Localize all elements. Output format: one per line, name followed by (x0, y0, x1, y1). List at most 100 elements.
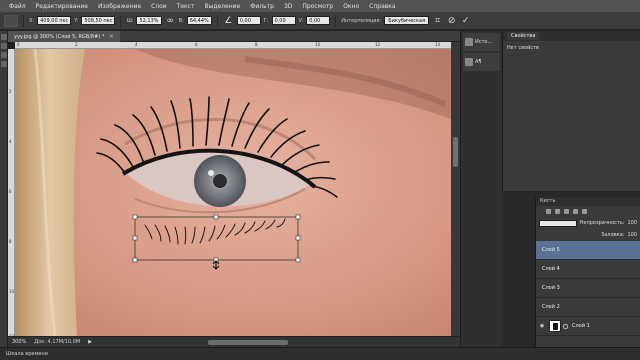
vskew-field[interactable]: 0,00 (306, 16, 331, 25)
warp-mode-icon[interactable]: ⌗ (432, 15, 443, 26)
tab-properties[interactable]: Свойства (507, 32, 540, 40)
menu-edit[interactable]: Редактирование (31, 3, 93, 10)
height-field[interactable]: 64,44% (186, 16, 212, 25)
filter-adjustment-icon[interactable] (555, 209, 560, 214)
cancel-icon[interactable]: ⊘ (446, 15, 457, 26)
ruler-tick-label: 10 (9, 289, 15, 294)
fill-row: Заливка: 100 (536, 229, 640, 241)
layers-panel-header[interactable]: Кисть (536, 197, 640, 206)
close-icon[interactable]: × (109, 33, 114, 40)
document-size: Док: 4,17M/10,0M (34, 339, 81, 345)
interpolation-select[interactable]: Бикубическая (384, 16, 430, 25)
vertical-scrollbar[interactable] (451, 42, 460, 336)
filter-pixel-icon[interactable] (546, 209, 551, 214)
opacity-label: Непрозрачность: (579, 220, 625, 226)
menu-bar: Файл Редактирование Изображение Слои Тек… (0, 0, 640, 12)
status-bar: 300% Док: 4,17M/10,0M ▶ (8, 336, 460, 347)
width-field[interactable]: 52,13% (136, 16, 162, 25)
height-label: В: (178, 17, 184, 24)
menu-3d[interactable]: 3D (279, 3, 297, 10)
layer-row-selected[interactable]: Слой 5 (536, 241, 640, 260)
menu-image[interactable]: Изображение (93, 3, 146, 10)
ruler-horizontal[interactable]: 0 2 4 6 8 10 12 14 (15, 42, 451, 49)
ruler-tick-label: 2 (75, 42, 78, 47)
filter-shape-icon[interactable] (573, 209, 578, 214)
transform-tool-preset[interactable] (4, 14, 18, 27)
ruler-tick-label: 12 (375, 42, 381, 47)
layers-panel: Кисть Непрозрачность: 100 Заливка: 100 С… (535, 197, 640, 347)
document-tab-title: yyy.jpg @ 300% (Слой 5, RGB/8#) * (14, 33, 105, 40)
vertical-scroll-thumb[interactable] (453, 137, 458, 167)
horizontal-scroll-thumb[interactable] (208, 340, 288, 345)
x-label: X: (29, 17, 35, 24)
filter-smart-icon[interactable] (582, 209, 587, 214)
ruler-tick-label: 4 (135, 42, 138, 47)
layer-thumbnail (549, 320, 561, 332)
opacity-value[interactable]: 100 (627, 220, 637, 226)
hskew-label: Г: (263, 17, 269, 24)
ruler-tick-label: 8 (9, 239, 12, 244)
menu-filter[interactable]: Фильтр (245, 3, 279, 10)
dock-history-label: Исто... (475, 39, 493, 45)
ruler-tick-label: 6 (9, 189, 12, 194)
marquee-tool-icon[interactable] (1, 43, 7, 49)
filter-type-icon[interactable] (564, 209, 569, 214)
menu-help[interactable]: Справка (364, 3, 400, 10)
layer-row[interactable]: Слой 3 (536, 279, 640, 298)
canvas[interactable] (15, 49, 451, 336)
layer-name: Слой 5 (542, 247, 560, 253)
lasso-tool-icon[interactable] (1, 52, 7, 58)
fill-value[interactable]: 100 (627, 232, 637, 238)
document-tab[interactable]: yyy.jpg @ 300% (Слой 5, RGB/8#) * × (8, 30, 120, 42)
layer-row[interactable]: Слой 4 (536, 260, 640, 279)
panel-dock: Исто... A¶ (460, 31, 502, 347)
properties-tab-bar: Свойства (503, 31, 640, 41)
document-tab-bar: yyy.jpg @ 300% (Слой 5, RGB/8#) * × (8, 30, 460, 42)
angle-field[interactable]: 0,00 (236, 16, 261, 25)
blend-opacity-row: Непрозрачность: 100 (536, 217, 640, 229)
interpolation-label: Интерполяция: (341, 17, 382, 24)
ruler-tick-label: 0 (17, 42, 20, 47)
zoom-level[interactable]: 300% (12, 339, 26, 345)
menu-layers[interactable]: Слои (146, 3, 172, 10)
menu-file[interactable]: Файл (4, 3, 31, 10)
ruler-tick-label: 10 (315, 42, 321, 47)
x-field[interactable]: 409,00 пкс (37, 16, 72, 25)
menu-select[interactable]: Выделение (199, 3, 245, 10)
link-icon[interactable]: ∞ (165, 15, 176, 26)
options-bar: X: 409,00 пкс Y: 508,50 пкс Ш: 52,13% ∞ … (0, 12, 640, 30)
status-menu-arrow-icon[interactable]: ▶ (88, 339, 92, 345)
blend-mode-select[interactable] (539, 219, 577, 227)
checkmark-icon[interactable]: ✓ (460, 15, 471, 26)
timeline-panel: Шкала времени (0, 347, 640, 360)
y-field[interactable]: 508,50 пкс (81, 16, 116, 25)
options-separator (23, 14, 24, 27)
mask-link-icon[interactable] (563, 323, 568, 329)
menu-text[interactable]: Текст (172, 3, 200, 10)
brush-tool-icon[interactable] (1, 61, 7, 67)
menu-view[interactable]: Просмотр (297, 3, 338, 10)
angle-icon: ∠ (224, 15, 233, 26)
tools-panel (0, 31, 8, 347)
move-tool-icon[interactable] (1, 34, 7, 40)
properties-panel: Свойства Нет свойств (502, 31, 640, 191)
layer-name: Слой 4 (542, 266, 560, 272)
layer-name: Слой 3 (542, 285, 560, 291)
photo-eye-closeup (15, 49, 451, 336)
layer-row[interactable]: Слой 2 (536, 298, 640, 317)
ruler-tick-label: 14 (435, 42, 441, 47)
dock-history-button[interactable]: Исто... (463, 33, 500, 51)
ruler-vertical[interactable]: 2 4 6 8 10 12 (8, 49, 15, 360)
history-icon (465, 38, 473, 46)
vskew-label: V: (298, 17, 304, 24)
hskew-field[interactable]: 0,00 (271, 16, 296, 25)
layer-name: Слой 1 (572, 323, 590, 329)
visibility-eye-icon[interactable]: ◉ (538, 323, 546, 329)
layer-row-with-mask[interactable]: ◉ Слой 1 (536, 317, 640, 336)
ruler-tick-label: 4 (9, 139, 12, 144)
options-separator (216, 14, 218, 27)
timeline-tab[interactable]: Шкала времени (6, 351, 48, 357)
dock-actions-button[interactable]: A¶ (463, 53, 500, 71)
menu-window[interactable]: Окно (338, 3, 364, 10)
ruler-tick-label: 6 (195, 42, 198, 47)
